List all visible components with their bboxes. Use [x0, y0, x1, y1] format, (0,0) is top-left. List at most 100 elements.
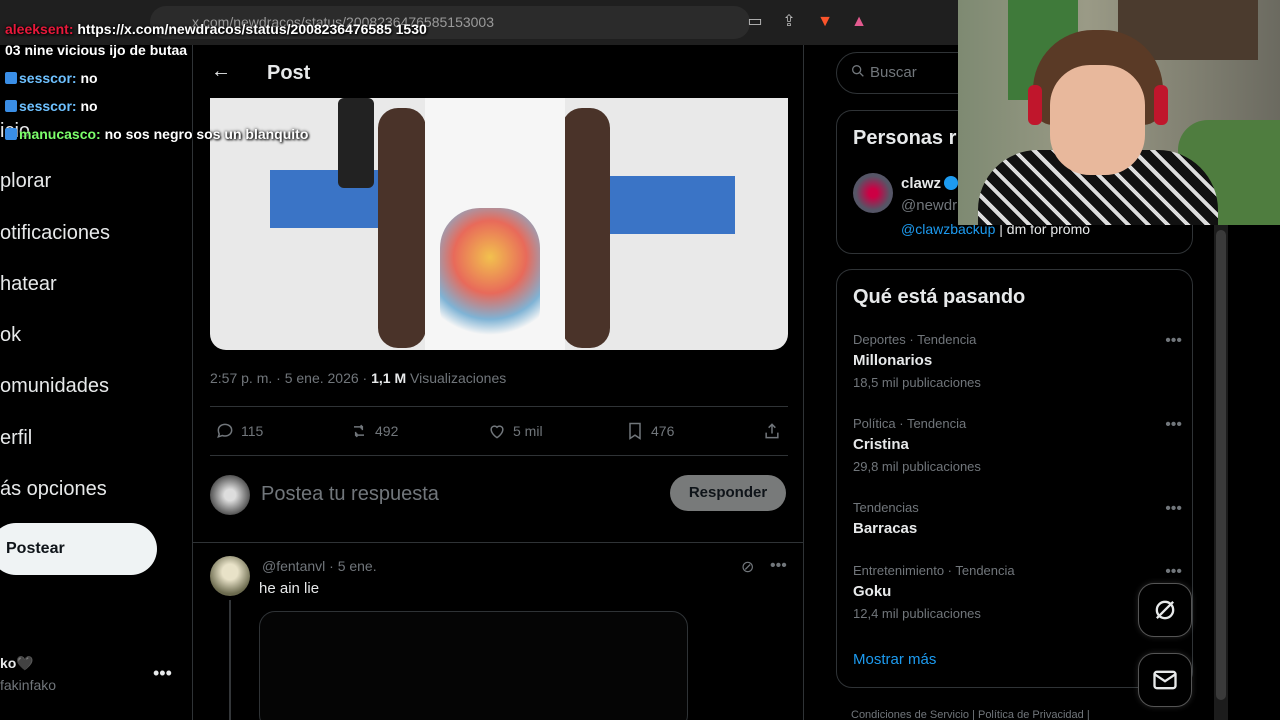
repost-action[interactable]: 492	[349, 421, 398, 441]
comment-text: he ain lie	[259, 580, 320, 597]
trend-context: Política · Tendencia	[853, 416, 967, 431]
reply-action[interactable]: 115	[215, 421, 263, 441]
scrollbar-thumb[interactable]	[1216, 230, 1226, 700]
search-icon	[852, 65, 864, 77]
chat-message: sesscor: no	[5, 98, 98, 114]
trend-item[interactable]: Entretenimiento · Tendencia Goku 12,4 mi…	[853, 563, 1173, 621]
mail-icon	[1153, 670, 1177, 690]
rewards-icon[interactable]: ▲	[849, 12, 869, 32]
chat-message: sesscor: no	[5, 70, 98, 86]
stream-chat-overlay: aleeksent: https://x.com/newdracos/statu…	[0, 0, 470, 150]
who-to-follow-title: Personas r	[853, 127, 957, 149]
comment-more-icon[interactable]: •••	[770, 557, 787, 575]
chat-username: manucasco:	[19, 126, 101, 142]
share-action[interactable]	[762, 421, 782, 441]
chat-text: https://x.com/newdracos/status/200823647…	[77, 21, 427, 37]
post-timestamp[interactable]: 2:57 p. m. · 5 ene. 2026 ·	[210, 370, 371, 386]
chat-username: aleeksent:	[5, 21, 74, 37]
chat-badge-icon	[5, 100, 17, 112]
chat-text: 03 nine vicious ijo de butaa	[5, 42, 188, 58]
views-count: 1,1 M	[371, 370, 407, 386]
trend-more-icon[interactable]: •••	[1165, 563, 1182, 581]
trend-name: Barracas	[853, 520, 918, 537]
chat-text: no	[80, 98, 98, 114]
account-name[interactable]: ko🖤	[0, 655, 34, 672]
grok-icon[interactable]: ⊘	[741, 557, 754, 577]
share-icon[interactable]: ⇪	[779, 12, 799, 32]
divider	[193, 542, 803, 543]
share-upload-icon	[765, 423, 779, 439]
show-more-link[interactable]: Mostrar más	[853, 651, 936, 668]
trend-more-icon[interactable]: •••	[1165, 332, 1182, 350]
like-action[interactable]: 5 mil	[487, 421, 543, 441]
bookmark-icon	[629, 422, 641, 440]
reply-button[interactable]: Responder	[670, 475, 786, 511]
nav-item-profile[interactable]: erfil	[0, 427, 32, 450]
trend-more-icon[interactable]: •••	[1165, 500, 1182, 518]
footer-links[interactable]: Condiciones de Servicio | Política de Pr…	[851, 709, 1090, 720]
bookmark-action[interactable]: 476	[625, 421, 674, 441]
trend-count: 18,5 mil publicaciones	[853, 375, 981, 390]
headset-icon	[1154, 85, 1168, 125]
flag-stripe-right	[600, 176, 735, 234]
account-more-icon[interactable]: •••	[153, 663, 172, 684]
divider	[210, 455, 788, 456]
chat-text: no sos negro sos un blanquito	[104, 126, 309, 142]
verified-badge-icon	[944, 176, 959, 190]
brave-icon[interactable]: ▼	[815, 12, 835, 32]
chat-text: no	[80, 70, 98, 86]
like-count: 5 mil	[513, 423, 543, 439]
views-label: Visualizaciones	[406, 370, 507, 386]
trend-name: Millonarios	[853, 352, 933, 369]
reply-input[interactable]: Postea tu respuesta	[261, 483, 439, 506]
headset-icon	[1028, 85, 1042, 125]
cast-icon[interactable]: ▭	[745, 12, 765, 32]
shirt-print	[440, 208, 540, 348]
grok-icon	[1155, 600, 1175, 620]
nav-item-notifications[interactable]: otificaciones	[0, 222, 110, 245]
chat-username: sesscor:	[19, 98, 77, 114]
search-placeholder[interactable]: Buscar	[870, 64, 917, 81]
comment-handle[interactable]: @fentanvl · 5 ene.	[262, 558, 377, 574]
messages-button[interactable]	[1138, 653, 1192, 707]
nav-item-grok[interactable]: ok	[0, 324, 21, 347]
avatar[interactable]	[853, 173, 893, 213]
trend-more-icon[interactable]: •••	[1165, 416, 1182, 434]
trend-item[interactable]: Deportes · Tendencia Millonarios 18,5 mi…	[853, 332, 1173, 390]
heart-icon	[490, 425, 504, 439]
who-name[interactable]: clawz	[901, 175, 959, 192]
nav-item-explore[interactable]: plorar	[0, 170, 51, 193]
trend-count: 12,4 mil publicaciones	[853, 606, 981, 621]
webcam-overlay	[958, 0, 1280, 225]
account-handle[interactable]: fakinfako	[0, 677, 56, 693]
post-metadata: 2:57 p. m. · 5 ene. 2026 · 1,1 M Visuali…	[210, 370, 506, 386]
who-name-text: clawz	[901, 175, 942, 192]
trend-name: Goku	[853, 583, 892, 600]
chat-message: 03 nine vicious ijo de butaa	[5, 42, 187, 58]
divider	[210, 406, 788, 407]
person-arm-right	[562, 108, 610, 348]
nav-item-chat[interactable]: hatear	[0, 273, 57, 296]
chat-username: sesscor:	[19, 70, 77, 86]
post-button[interactable]: Postear	[0, 523, 157, 575]
comment-avatar[interactable]	[210, 556, 250, 596]
avatar[interactable]	[210, 475, 250, 515]
bookmark-count: 476	[651, 423, 675, 439]
grok-button[interactable]	[1138, 583, 1192, 637]
nav-item-communities[interactable]: omunidades	[0, 375, 109, 398]
who-handle[interactable]: @newdr	[901, 197, 957, 214]
repost-count: 492	[375, 423, 399, 439]
comment-media[interactable]	[259, 611, 688, 720]
reply-icon	[217, 423, 233, 439]
trends-title: Qué está pasando	[853, 286, 1026, 308]
trend-item[interactable]: Tendencias Barracas	[853, 500, 1173, 537]
nav-item-more-options[interactable]: ás opciones	[0, 478, 107, 501]
chat-message: aleeksent: https://x.com/newdracos/statu…	[5, 21, 427, 37]
webcam-face	[1050, 65, 1145, 175]
reply-count: 115	[241, 423, 264, 439]
repost-icon	[354, 424, 364, 438]
trend-context: Tendencias	[853, 500, 919, 515]
trend-item[interactable]: Política · Tendencia Cristina 29,8 mil p…	[853, 416, 1173, 474]
chat-badge-icon	[5, 128, 17, 140]
trend-count: 29,8 mil publicaciones	[853, 459, 981, 474]
